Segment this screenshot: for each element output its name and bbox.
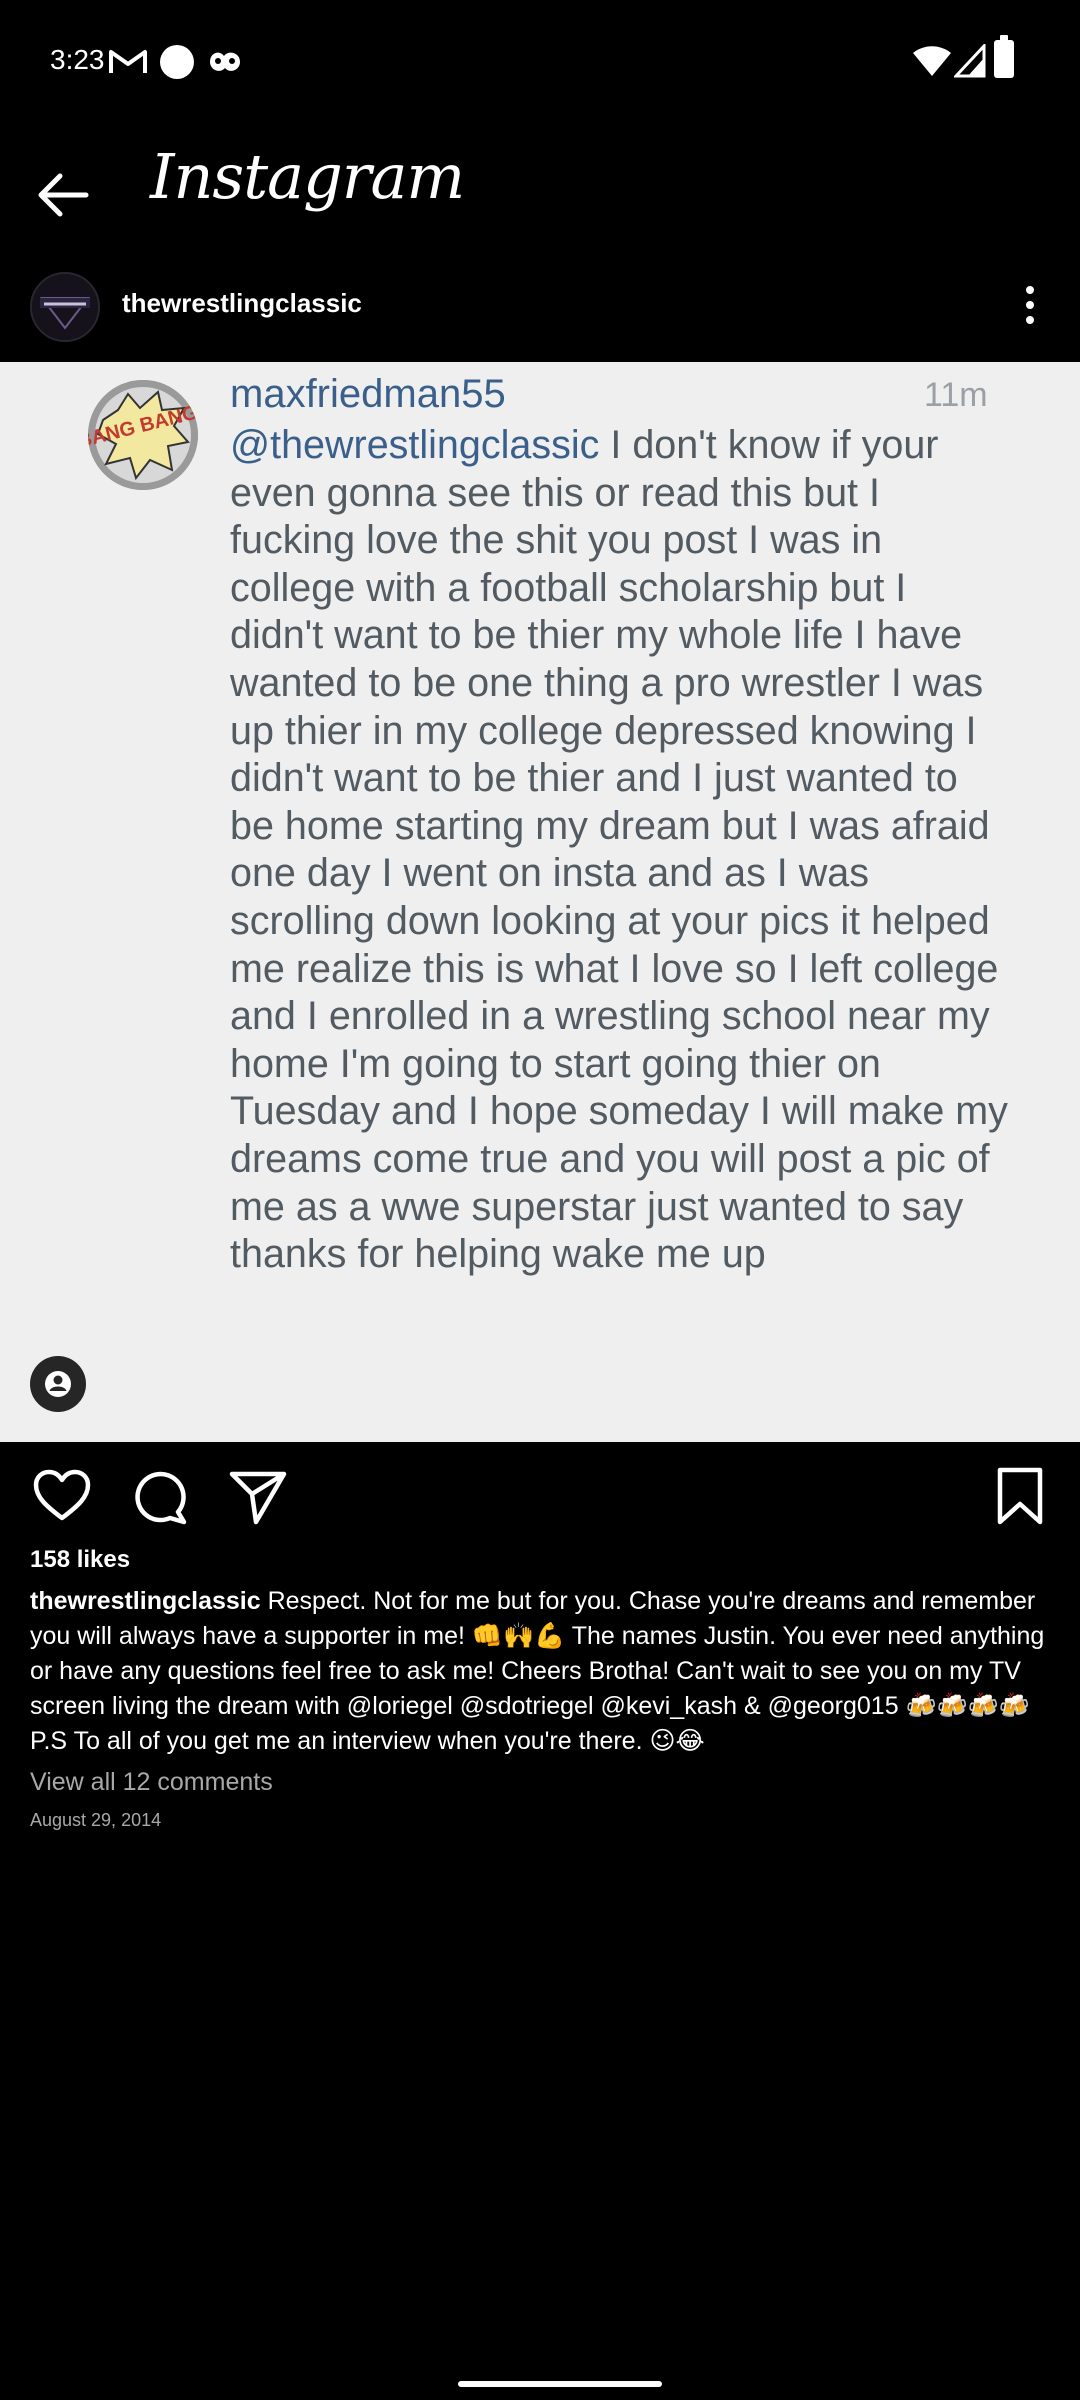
app-icon — [210, 52, 240, 71]
dot-icon — [160, 45, 194, 79]
post-image[interactable]: BANG BANG! maxfriedman55 11m @thewrestli… — [0, 362, 1080, 1442]
status-time: 3:23 — [50, 44, 105, 75]
comment-text: @thewrestlingclassic I don't know if you… — [230, 422, 1010, 1279]
wifi-icon — [913, 46, 951, 76]
home-indicator[interactable] — [458, 2381, 662, 2387]
likes-count[interactable]: 158 likes — [30, 1546, 130, 1574]
post-username[interactable]: thewrestlingclassic — [122, 288, 362, 319]
tagged-people-button[interactable] — [30, 1356, 86, 1412]
post-date: August 29, 2014 — [30, 1810, 162, 1830]
post-header: thewrestlingclassic — [0, 258, 1080, 362]
status-bar: 3:23 — [0, 0, 1080, 124]
avatar-logo-icon — [32, 274, 98, 340]
battery-icon — [994, 35, 1014, 78]
comment-mention: @thewrestlingclassic — [230, 423, 600, 467]
back-arrow-icon[interactable] — [28, 160, 98, 230]
person-icon — [45, 1371, 71, 1397]
view-all-comments-link[interactable]: View all 12 comments — [30, 1768, 273, 1797]
gmail-icon — [109, 50, 147, 73]
post-caption: thewrestlingclassic Respect. Not for me … — [30, 1584, 1050, 1759]
signal-icon — [954, 44, 986, 78]
commenter-avatar: BANG BANG! — [88, 380, 198, 490]
comment-body: I don't know if your even gonna see this… — [230, 423, 1008, 1277]
instagram-logo: Instagram — [150, 140, 465, 213]
post-actions — [0, 1442, 1080, 1542]
avatar[interactable] — [30, 272, 100, 342]
comment-time: 11m — [924, 376, 988, 414]
caption-username[interactable]: thewrestlingclassic — [30, 1587, 261, 1615]
comment-bubble-icon[interactable] — [130, 1466, 190, 1526]
like-heart-icon[interactable] — [32, 1466, 92, 1526]
bookmark-save-icon[interactable] — [990, 1466, 1050, 1526]
more-options-icon[interactable] — [1010, 280, 1050, 330]
commenter-username: maxfriedman55 — [230, 372, 506, 416]
app-bar: Instagram — [0, 124, 1080, 256]
share-send-icon[interactable] — [228, 1466, 288, 1526]
bang-bang-logo-icon: BANG BANG! — [88, 380, 198, 490]
